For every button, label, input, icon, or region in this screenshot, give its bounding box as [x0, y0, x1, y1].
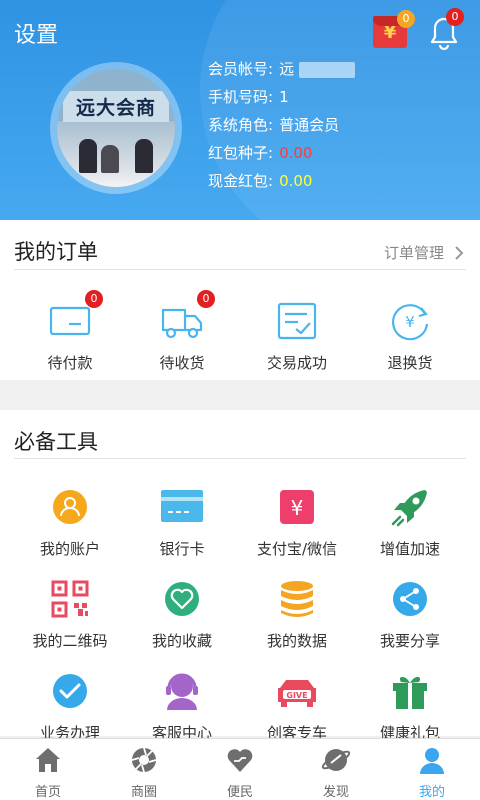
headset-icon: [166, 673, 198, 710]
order-manage-link[interactable]: 订单管理: [384, 242, 466, 263]
bottom-nav: 首页 商圈 便民 发现 我的: [0, 738, 480, 800]
order-completed[interactable]: 交易成功: [237, 298, 357, 373]
tool-health-gift[interactable]: 健康礼包: [350, 668, 470, 743]
qrcode-icon: [51, 580, 89, 618]
car-icon: GIVE: [278, 680, 316, 707]
heart-hand-icon: [227, 749, 253, 772]
nav-discover[interactable]: 发现: [288, 739, 384, 800]
svg-text:¥: ¥: [291, 496, 304, 520]
role-row: 系统角色: 普通会员: [208, 116, 340, 134]
phone-row: 手机号码: 1: [208, 88, 289, 106]
cash-value: 0.00: [279, 172, 313, 190]
document-check-icon: [277, 302, 317, 340]
card-icon: [49, 306, 91, 336]
gift-icon: [393, 676, 427, 709]
phone-value: 1: [279, 88, 289, 106]
pending-payment-badge: 0: [85, 290, 103, 308]
tool-my-data[interactable]: 我的数据: [237, 576, 357, 651]
notification-badge: 0: [446, 8, 464, 26]
red-packet-badge: 0: [397, 10, 415, 28]
order-returns[interactable]: ¥ 退换货: [350, 298, 470, 373]
orders-title: 我的订单: [14, 240, 98, 264]
rocket-icon: [391, 490, 427, 527]
divider: [14, 458, 466, 459]
aperture-icon: [131, 747, 157, 773]
planet-icon: [321, 749, 351, 771]
tool-bank-card[interactable]: 银行卡: [122, 484, 242, 559]
tools-section: 必备工具 我的账户 银行卡 ¥ 支付宝/微信 增值加速 我的二维码 我的收藏 我…: [0, 410, 480, 742]
notification-button[interactable]: 0: [426, 8, 466, 51]
seed-row: 红包种子: 0.00: [208, 144, 313, 162]
home-icon: [36, 748, 60, 772]
tool-alipay-wechat[interactable]: ¥ 支付宝/微信: [237, 484, 357, 559]
tool-my-qrcode[interactable]: 我的二维码: [10, 576, 130, 651]
settings-title[interactable]: 设置: [14, 17, 58, 49]
orders-section: 我的订单 订单管理 0 待付款 0 待收货 交易成功 ¥ 退换货: [0, 220, 480, 380]
redacted-mask: [298, 61, 355, 78]
truck-icon: [161, 308, 203, 339]
tool-share[interactable]: 我要分享: [350, 576, 470, 651]
tools-title: 必备工具: [14, 430, 98, 454]
tool-customer-service[interactable]: 客服中心: [122, 668, 242, 743]
member-account-value: 远: [279, 60, 295, 78]
bank-card-icon: [161, 490, 203, 522]
tool-speed-up[interactable]: 增值加速: [350, 484, 470, 559]
tool-my-favorites[interactable]: 我的收藏: [122, 576, 242, 651]
user-icon: [420, 748, 444, 774]
profile-info: 会员帐号: 远 手机号码: 1 系统角色: 普通会员 红包种子: 0.00 现金红包: 0…: [208, 58, 355, 198]
cash-row: 现金红包: 0.00: [208, 172, 313, 190]
refund-icon: ¥: [392, 304, 429, 341]
order-pending-receipt[interactable]: 0 待收货: [122, 290, 242, 373]
check-circle-icon: [53, 674, 87, 708]
avatar-logo-text: 远大会商: [63, 91, 169, 122]
tool-maker-car[interactable]: GIVE 创客专车: [237, 668, 357, 743]
heart-icon: [165, 582, 199, 616]
nav-convenience[interactable]: 便民: [192, 739, 288, 800]
profile-header: 设置 ¥ 0 0 远大会商 会员帐号: 远 手机号码: 1 系统角色: 普通会员…: [0, 0, 480, 220]
pending-receipt-badge: 0: [197, 290, 215, 308]
role-value: 普通会员: [279, 116, 340, 134]
avatar-image: 远大会商: [57, 69, 175, 187]
seed-value: 0.00: [279, 144, 313, 162]
chevron-right-icon: [455, 245, 464, 260]
svg-text:¥: ¥: [405, 313, 415, 331]
nav-home[interactable]: 首页: [0, 739, 96, 800]
divider: [14, 269, 466, 270]
share-icon: [393, 582, 427, 616]
order-pending-payment[interactable]: 0 待付款: [10, 290, 130, 373]
svg-text:GIVE: GIVE: [286, 691, 307, 700]
avatar[interactable]: 远大会商: [50, 62, 182, 194]
nav-business-circle[interactable]: 商圈: [96, 739, 192, 800]
user-icon: [53, 490, 87, 524]
tool-business[interactable]: 业务办理: [10, 668, 130, 743]
red-packet-button[interactable]: ¥ 0: [373, 10, 415, 48]
database-icon: [281, 581, 313, 617]
nav-mine[interactable]: 我的: [384, 739, 480, 800]
tool-my-account[interactable]: 我的账户: [10, 484, 130, 559]
member-account-row: 会员帐号: 远: [208, 58, 355, 86]
yuan-icon: ¥: [280, 490, 314, 524]
